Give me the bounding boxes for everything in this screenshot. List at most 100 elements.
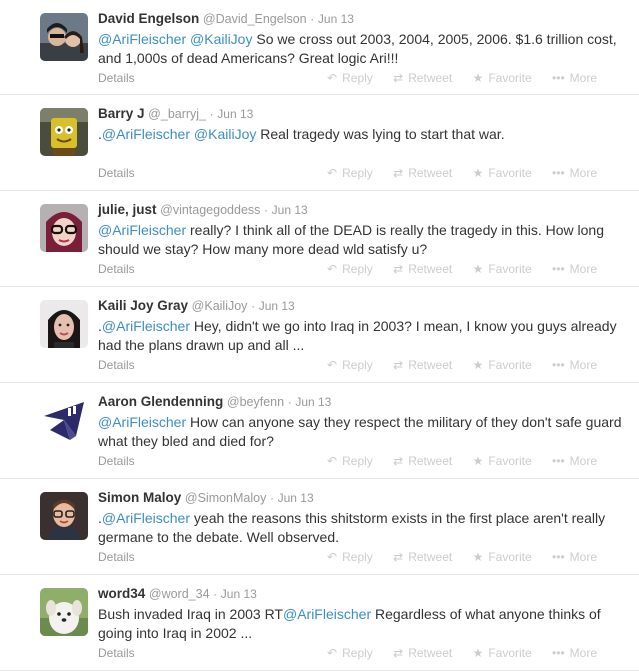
favorite-button[interactable]: ★ Favorite <box>473 71 532 85</box>
favorite-button[interactable]: ★ Favorite <box>473 166 532 180</box>
retweet-icon: ⇄ <box>393 71 404 85</box>
retweet-label: Retweet <box>408 358 453 372</box>
reply-icon: ↶ <box>327 550 338 564</box>
details-link[interactable]: Details <box>98 358 135 372</box>
tweet-username[interactable]: @beyfenn <box>227 395 284 409</box>
favorite-button[interactable]: ★ Favorite <box>473 454 532 468</box>
mention-link[interactable]: @AriFleischer <box>283 606 371 622</box>
tweet-item[interactable]: Barry J @_barryj_ · Jun 13 .@AriFleische… <box>0 95 639 191</box>
mention-link[interactable]: @KailiJoy <box>190 31 252 47</box>
favorite-label: Favorite <box>488 166 532 180</box>
tweet-timestamp[interactable]: Jun 13 <box>272 203 308 217</box>
details-link[interactable]: Details <box>98 262 135 276</box>
more-button[interactable]: ••• More <box>552 358 597 372</box>
retweet-button[interactable]: ⇄ Retweet <box>393 166 452 180</box>
tweet-fullname[interactable]: Aaron Glendenning <box>98 394 223 409</box>
retweet-icon: ⇄ <box>393 262 404 276</box>
more-dots-icon: ••• <box>552 646 565 660</box>
tweet-item[interactable]: Kaili Joy Gray @KailiJoy · Jun 13 .@AriF… <box>0 287 639 383</box>
details-link[interactable]: Details <box>98 646 135 660</box>
mention-link[interactable]: @AriFleischer <box>98 31 186 47</box>
separator-dot: · <box>209 107 214 121</box>
tweet-item[interactable]: David Engelson @David_Engelson · Jun 13 … <box>0 0 639 95</box>
mention-link[interactable]: @AriFleischer <box>102 510 190 526</box>
details-link[interactable]: Details <box>98 71 135 85</box>
tweet-username[interactable]: @SimonMaloy <box>185 491 266 505</box>
reply-label: Reply <box>342 262 373 276</box>
tweet-text: Bush invaded Iraq in 2003 RT@AriFleische… <box>98 605 623 643</box>
more-button[interactable]: ••• More <box>552 550 597 564</box>
favorite-button[interactable]: ★ Favorite <box>473 550 532 564</box>
avatar[interactable] <box>40 300 88 348</box>
retweet-button[interactable]: ⇄ Retweet <box>393 71 452 85</box>
tweet-fullname[interactable]: word34 <box>98 586 145 601</box>
retweet-button[interactable]: ⇄ Retweet <box>393 358 452 372</box>
reply-icon: ↶ <box>327 646 338 660</box>
retweet-button[interactable]: ⇄ Retweet <box>393 550 452 564</box>
tweet-timeline: David Engelson @David_Engelson · Jun 13 … <box>0 0 639 671</box>
reply-label: Reply <box>342 166 373 180</box>
tweet-item[interactable]: Aaron Glendenning @beyfenn · Jun 13 @Ari… <box>0 383 639 479</box>
tweet-item[interactable]: julie, just @vintagegoddess · Jun 13 @Ar… <box>0 191 639 287</box>
tweet-fullname[interactable]: julie, just <box>98 202 157 217</box>
reply-button[interactable]: ↶ Reply <box>327 454 373 468</box>
avatar[interactable] <box>40 492 88 540</box>
separator-dot: · <box>213 587 218 601</box>
mention-link[interactable]: @AriFleischer <box>102 318 190 334</box>
tweet-fullname[interactable]: Simon Maloy <box>98 490 181 505</box>
more-label: More <box>569 646 597 660</box>
favorite-button[interactable]: ★ Favorite <box>473 646 532 660</box>
tweet-username[interactable]: @KailiJoy <box>192 299 248 313</box>
tweet-timestamp[interactable]: Jun 13 <box>295 395 331 409</box>
reply-button[interactable]: ↶ Reply <box>327 166 373 180</box>
avatar-white-dog-icon <box>40 588 88 636</box>
tweet-fullname[interactable]: David Engelson <box>98 11 199 26</box>
favorite-button[interactable]: ★ Favorite <box>473 262 532 276</box>
tweet-username[interactable]: @word_34 <box>149 587 210 601</box>
avatar[interactable] <box>40 204 88 252</box>
reply-button[interactable]: ↶ Reply <box>327 262 373 276</box>
tweet-timestamp[interactable]: Jun 13 <box>318 12 354 26</box>
reply-label: Reply <box>342 646 373 660</box>
tweet-text: @AriFleischer really? I think all of the… <box>98 221 623 259</box>
tweet-item[interactable]: word34 @word_34 · Jun 13 Bush invaded Ir… <box>0 575 639 671</box>
avatar[interactable] <box>40 396 88 444</box>
more-button[interactable]: ••• More <box>552 166 597 180</box>
mention-link[interactable]: @AriFleischer <box>102 126 190 142</box>
tweet-text: .@AriFleischer Hey, didn't we go into Ir… <box>98 317 623 355</box>
reply-button[interactable]: ↶ Reply <box>327 646 373 660</box>
reply-button[interactable]: ↶ Reply <box>327 358 373 372</box>
favorite-button[interactable]: ★ Favorite <box>473 358 532 372</box>
tweet-timestamp[interactable]: Jun 13 <box>221 587 257 601</box>
more-button[interactable]: ••• More <box>552 71 597 85</box>
tweet-username[interactable]: @David_Engelson <box>203 12 307 26</box>
details-link[interactable]: Details <box>98 454 135 468</box>
mention-link[interactable]: @AriFleischer <box>98 222 186 238</box>
tweet-fullname[interactable]: Kaili Joy Gray <box>98 298 188 313</box>
avatar[interactable] <box>40 108 88 156</box>
reply-icon: ↶ <box>327 358 338 372</box>
retweet-button[interactable]: ⇄ Retweet <box>393 454 452 468</box>
avatar[interactable] <box>40 588 88 636</box>
details-link[interactable]: Details <box>98 550 135 564</box>
reply-button[interactable]: ↶ Reply <box>327 71 373 85</box>
tweet-timestamp[interactable]: Jun 13 <box>217 107 253 121</box>
more-button[interactable]: ••• More <box>552 454 597 468</box>
tweet-item[interactable]: Simon Maloy @SimonMaloy · Jun 13 .@AriFl… <box>0 479 639 575</box>
star-icon: ★ <box>472 646 484 660</box>
more-button[interactable]: ••• More <box>552 646 597 660</box>
reply-button[interactable]: ↶ Reply <box>327 550 373 564</box>
avatar[interactable] <box>40 13 88 61</box>
details-link[interactable]: Details <box>98 166 135 180</box>
tweet-timestamp[interactable]: Jun 13 <box>278 491 314 505</box>
mention-link[interactable]: @AriFleischer <box>98 414 186 430</box>
tweet-fullname[interactable]: Barry J <box>98 106 145 121</box>
retweet-button[interactable]: ⇄ Retweet <box>393 646 452 660</box>
tweet-username[interactable]: @_barryj_ <box>148 107 206 121</box>
mention-link[interactable]: @KailiJoy <box>194 126 256 142</box>
tweet-timestamp[interactable]: Jun 13 <box>259 299 295 313</box>
more-button[interactable]: ••• More <box>552 262 597 276</box>
more-label: More <box>569 358 597 372</box>
tweet-username[interactable]: @vintagegoddess <box>160 203 260 217</box>
retweet-button[interactable]: ⇄ Retweet <box>393 262 452 276</box>
